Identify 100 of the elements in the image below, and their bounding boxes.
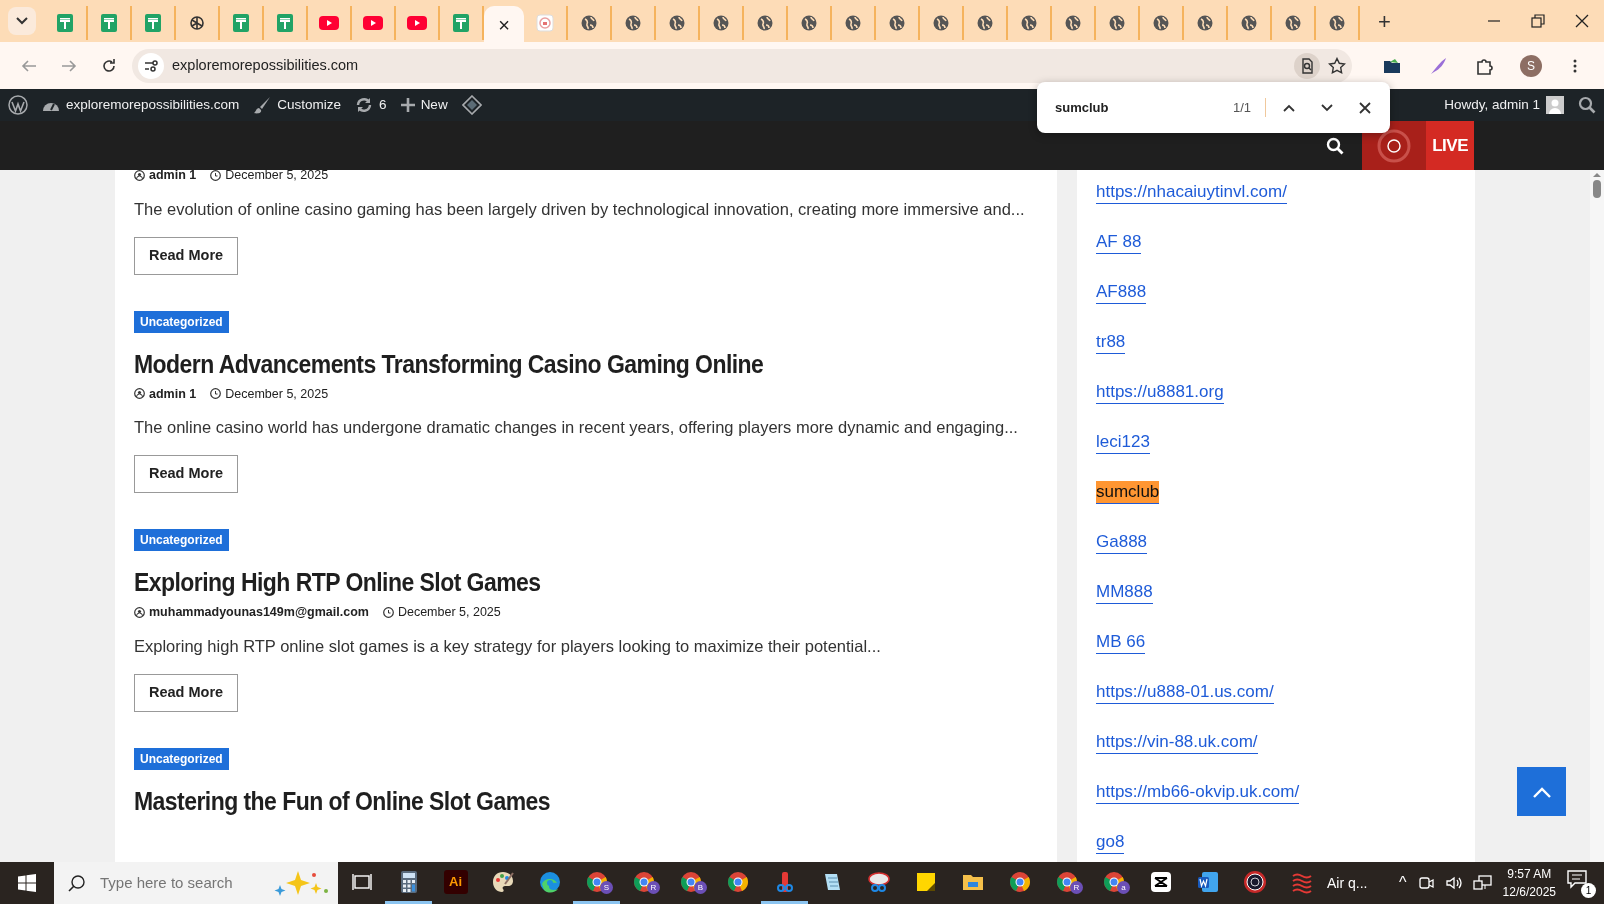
category-tag[interactable]: Uncategorized <box>134 747 229 770</box>
globe-icon <box>1109 15 1125 31</box>
read-more-button[interactable]: Read More <box>134 455 239 493</box>
new-tab-button[interactable]: + <box>1372 4 1397 38</box>
sidebar-link[interactable]: https://nhacaiuytinvl.com/ <box>1096 181 1287 204</box>
seal-icon[interactable] <box>1242 869 1267 894</box>
globe-icon <box>1153 15 1169 31</box>
diamond-icon[interactable] <box>461 95 482 115</box>
site-settings-icon[interactable] <box>138 52 164 79</box>
notifications-icon[interactable] <box>1566 868 1588 890</box>
sidebar-link[interactable]: https://vin-88.uk.com/ <box>1096 731 1258 754</box>
sidebar-link[interactable]: AF 88 <box>1096 231 1142 254</box>
admin-bar-link[interactable]: Customize <box>253 94 342 116</box>
clock-icon <box>382 606 394 618</box>
sidebar-link[interactable]: https://u8881.org <box>1096 381 1224 404</box>
read-more-button[interactable]: Read More <box>134 236 239 275</box>
browser-tab[interactable]: × <box>484 6 524 44</box>
globe-icon <box>1197 15 1213 31</box>
search-icon[interactable] <box>1326 136 1345 155</box>
post-title[interactable]: Mastering the Fun of Online Slot Games <box>134 785 966 816</box>
feather-icon[interactable] <box>1428 55 1448 76</box>
forward-icon[interactable] <box>61 57 77 74</box>
network-icon[interactable] <box>1472 874 1493 892</box>
chrome-icon[interactable] <box>725 869 750 894</box>
sync-icon <box>355 96 374 114</box>
admin-bar-link[interactable]: New <box>400 94 448 116</box>
globe-icon <box>713 15 729 31</box>
find-in-page-icon[interactable] <box>1294 52 1320 79</box>
find-field[interactable]: sumclub <box>1053 96 1225 119</box>
show-hidden-icons[interactable]: ^ <box>1399 871 1407 895</box>
search-box[interactable]: Type here to search <box>54 862 338 904</box>
globe-icon <box>625 15 641 31</box>
word-icon[interactable] <box>1195 869 1220 894</box>
sidebar-link[interactable]: leci123 <box>1096 431 1150 454</box>
search-field[interactable]: Type here to search <box>98 870 258 896</box>
camera-icon[interactable] <box>1416 874 1435 892</box>
admin-greeting[interactable]: Howdy, admin 1 <box>1444 94 1564 116</box>
globe-icon <box>757 15 773 31</box>
profile-badge: B <box>694 881 707 894</box>
post-author[interactable]: admin 1 <box>149 384 197 404</box>
profile-avatar[interactable]: S <box>1520 54 1542 77</box>
chrome-icon[interactable] <box>584 869 609 894</box>
reload-icon[interactable] <box>101 57 117 74</box>
app-logo[interactable]: Ai <box>443 869 468 894</box>
admin-bar-link[interactable]: 6 <box>355 94 387 116</box>
volume-icon[interactable] <box>1444 874 1463 892</box>
globe-icon <box>977 15 993 31</box>
globe-icon <box>1329 15 1345 31</box>
spreadsheet-icon <box>277 14 293 32</box>
live-button[interactable]: LIVE <box>1426 121 1474 170</box>
sidebar-link[interactable]: Ga888 <box>1096 531 1148 554</box>
back-icon[interactable] <box>21 57 37 74</box>
chevron-up-icon <box>1532 785 1551 798</box>
globe-icon <box>1241 15 1257 31</box>
scrollbar-thumb[interactable] <box>1593 180 1601 198</box>
sidebar-link[interactable]: sumclub <box>1096 481 1160 504</box>
post-title[interactable]: Exploring High RTP Online Slot Games <box>134 567 966 597</box>
profile-badge: R <box>1070 881 1083 894</box>
post-title[interactable]: Modern Advancements Transforming Casino Gaming Online <box>134 348 966 379</box>
snipping-icon[interactable] <box>866 869 891 894</box>
taskbar-clock[interactable]: 9:57 AM 12/6/2025 <box>1502 865 1556 901</box>
weather-label[interactable]: Air q... <box>1327 872 1368 894</box>
post-author[interactable]: admin 1 <box>149 170 197 185</box>
sidebar-link[interactable]: https://u888-01.us.com/ <box>1096 681 1274 704</box>
post-author[interactable]: muhammadyounas149m@gmail.com <box>149 603 369 622</box>
sidebar-link[interactable]: MB 66 <box>1096 631 1146 654</box>
bookmark-star-icon[interactable] <box>1328 56 1346 75</box>
close-icon[interactable] <box>1574 13 1590 29</box>
profile-badge: S <box>600 881 613 894</box>
clock-icon <box>210 170 222 181</box>
globe-icon <box>581 15 597 31</box>
sidebar-link[interactable]: https://mb66-okvip.uk.com/ <box>1096 781 1300 804</box>
sidebar-link[interactable]: AF888 <box>1096 281 1147 304</box>
admin-bar-link[interactable]: exploremorepossibilities.com <box>42 94 240 116</box>
read-more-button[interactable]: Read More <box>134 673 239 712</box>
globe-icon <box>889 15 905 31</box>
edge-icon[interactable] <box>537 869 562 894</box>
sidebar-link[interactable]: go8 <box>1096 831 1125 854</box>
globe-icon <box>845 15 861 31</box>
post-excerpt: Exploring high RTP online slot games is a key strategy for players looking to maximize their potential... <box>134 635 882 657</box>
sidebar-link[interactable]: MM888 <box>1096 581 1153 604</box>
post-excerpt: The online casino world has undergone dramatic changes in recent years, offering players more dynamic and engaging... <box>134 417 1019 439</box>
category-tag[interactable]: Uncategorized <box>134 529 229 551</box>
post-date: December 5, 2025 <box>225 385 329 403</box>
user-icon <box>134 606 145 618</box>
wordpress-icon[interactable] <box>8 95 28 115</box>
palette-icon[interactable] <box>490 869 515 894</box>
capcut-icon[interactable] <box>1148 869 1173 894</box>
knot-icon <box>189 15 205 31</box>
globe-icon <box>933 15 949 31</box>
tab-list-button[interactable] <box>8 7 36 35</box>
plus-icon <box>400 98 415 112</box>
sidebar-link[interactable]: tr88 <box>1096 331 1126 354</box>
chrome-icon[interactable] <box>678 869 703 894</box>
search-icon[interactable] <box>1578 96 1596 114</box>
category-tag[interactable]: Uncategorized <box>134 310 229 333</box>
windows-start-icon[interactable] <box>18 874 36 892</box>
close-icon[interactable] <box>1358 100 1372 115</box>
chrome-icon[interactable] <box>1007 869 1032 894</box>
restore-icon[interactable] <box>1530 13 1546 29</box>
